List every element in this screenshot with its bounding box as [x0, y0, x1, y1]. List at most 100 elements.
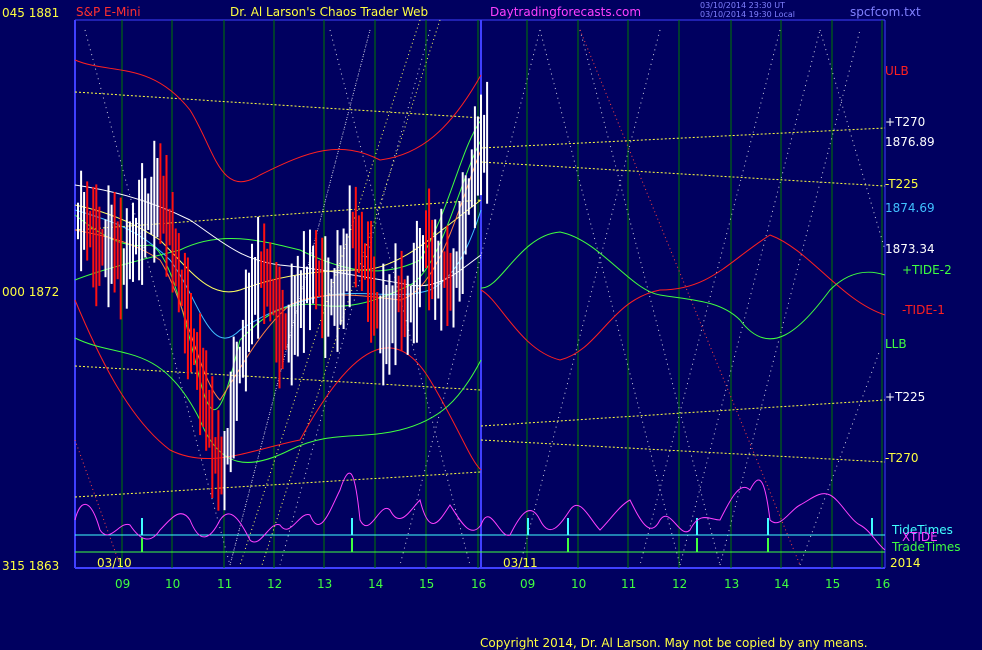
price-bar — [98, 206, 101, 286]
price-bar — [446, 225, 449, 326]
price-bar — [156, 158, 159, 238]
price-bar — [205, 350, 208, 451]
price-bar — [223, 431, 226, 511]
trade-time-marks — [141, 538, 769, 552]
price-bar — [101, 229, 104, 266]
price-bar — [415, 220, 418, 343]
price-bar — [385, 284, 388, 365]
price-bar — [400, 250, 403, 352]
price-bar — [241, 319, 244, 378]
price-bar — [135, 217, 137, 255]
price-bar — [312, 245, 315, 304]
price-bar — [367, 221, 369, 322]
price-bar — [217, 410, 220, 511]
price-bar — [440, 208, 443, 331]
price-bar — [193, 328, 195, 365]
price-bar — [226, 428, 229, 465]
price-bar — [266, 248, 269, 307]
price-bar — [138, 179, 141, 281]
timestamp-local: 03/10/2014 19:30 Local — [700, 10, 795, 19]
price-bar — [260, 251, 263, 288]
date-label-1: 03/10 — [97, 556, 132, 570]
price-bar — [391, 285, 394, 344]
price-bar — [388, 274, 391, 375]
date-label-2: 03/11 — [503, 556, 538, 570]
price-bar — [394, 243, 397, 366]
price-bar — [382, 263, 385, 386]
price-bar — [348, 185, 351, 308]
price-bar — [452, 248, 455, 328]
right-label: +TIDE-2 — [902, 263, 952, 277]
price-bar — [83, 192, 86, 250]
chaos-diagonals — [84, 29, 886, 566]
hour-tick-label: 16 — [875, 577, 890, 591]
price-bar — [125, 208, 128, 309]
price-bar — [95, 184, 98, 307]
hour-tick-label: 12 — [672, 577, 687, 591]
hour-tick-label: 10 — [571, 577, 586, 591]
price-bar — [318, 260, 321, 297]
price-bar — [333, 268, 336, 326]
price-bar — [150, 176, 153, 235]
price-bar — [470, 149, 473, 208]
lower-band-red — [74, 299, 482, 471]
right-label: 1873.34 — [885, 242, 935, 256]
copyright: Copyright 2014, Dr. Al Larson. May not b… — [480, 636, 868, 650]
price-bar — [476, 116, 479, 196]
price-bar — [128, 221, 131, 280]
price-bar — [302, 231, 305, 353]
right-label: ULB — [885, 64, 909, 78]
price-bar — [147, 193, 150, 230]
price-bar — [486, 81, 489, 204]
price-bar — [290, 263, 293, 386]
price-bar — [162, 175, 165, 234]
price-bar — [284, 313, 287, 350]
llb-line — [74, 337, 482, 463]
right-label: -T225 — [885, 177, 918, 191]
price-bar — [278, 266, 281, 389]
header-left-price: 045 1881 — [2, 6, 59, 20]
price-bar — [232, 336, 235, 459]
price-bar — [257, 216, 260, 339]
left-mid-price: 000 1872 — [2, 285, 59, 299]
price-bar — [379, 295, 382, 354]
timestamp-ut: 03/10/2014 23:30 UT — [700, 1, 785, 10]
right-labels: ULB +T270 1876.89 -T225 1874.69 1873.34 +TIDE-… — [885, 64, 960, 554]
price-bar — [196, 332, 199, 390]
price-bar — [443, 251, 446, 288]
price-bar — [418, 228, 421, 308]
hour-tick-label: 12 — [267, 577, 282, 591]
price-bar — [248, 272, 250, 352]
price-bar — [186, 257, 189, 380]
hour-tick-label: 14 — [774, 577, 789, 591]
hour-tick-label: 10 — [165, 577, 180, 591]
chart-canvas: 045 1881 S&P E-Mini Dr. Al Larson's Chao… — [2, 1, 960, 650]
price-bar — [80, 170, 83, 272]
price-bar — [306, 266, 308, 304]
price-bar — [159, 143, 162, 244]
hour-tick-label: 15 — [825, 577, 840, 591]
tide-2-line — [480, 231, 886, 340]
hour-tick-label: 11 — [621, 577, 636, 591]
price-bar — [354, 186, 357, 288]
price-bar — [165, 155, 168, 277]
price-bar — [281, 289, 284, 370]
price-bar — [199, 313, 202, 436]
price-bar — [141, 163, 144, 285]
price-bar — [153, 140, 156, 263]
site-url: Daytradingforecasts.com — [490, 5, 641, 19]
right-label: 1876.89 — [885, 135, 935, 149]
hour-tick-label: 13 — [317, 577, 332, 591]
price-bar — [220, 436, 223, 495]
hour-tick-label: 09 — [115, 577, 130, 591]
price-bar — [119, 197, 122, 320]
hour-tick-label: 15 — [419, 577, 434, 591]
x-axis-hour-labels: 09 10 11 12 13 14 15 16 09 10 11 12 13 14 15 16 — [115, 577, 890, 591]
price-bar — [345, 233, 348, 292]
price-bar — [299, 270, 302, 328]
price-bar — [321, 237, 324, 339]
price-bar — [92, 186, 95, 288]
left-bottom-price: 315 1863 — [2, 559, 59, 573]
price-bar — [461, 172, 464, 294]
hour-tick-label: 11 — [217, 577, 232, 591]
